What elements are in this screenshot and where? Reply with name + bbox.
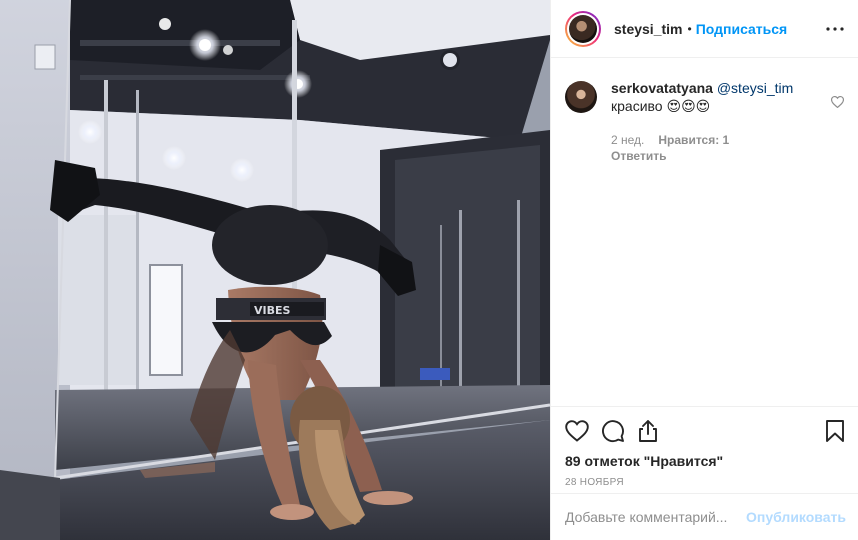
likes-count[interactable]: 89 отметок "Нравится" xyxy=(565,453,845,469)
reply-button[interactable]: Ответить xyxy=(611,149,829,163)
comments-list: serkovatatyana @steysi_tim красиво 😍😍😍 2… xyxy=(551,59,858,405)
comment-meta: 2 нед. Нравится: 1 xyxy=(611,133,829,147)
comment-bubble-icon[interactable] xyxy=(601,417,629,445)
post-side-panel: steysi_tim • Подписаться serkovatatyana … xyxy=(550,0,858,540)
post-header: steysi_tim • Подписаться xyxy=(551,0,858,58)
post-viewer: VIBES steysi_tim • Подписаться serkovata… xyxy=(0,0,858,540)
commenter-avatar[interactable] xyxy=(565,81,597,113)
comment-item: serkovatatyana @steysi_tim красиво 😍😍😍 2… xyxy=(565,79,845,163)
avatar-frame xyxy=(567,12,599,45)
heart-outline-icon[interactable] xyxy=(565,417,593,445)
share-icon[interactable] xyxy=(637,417,665,445)
follow-button[interactable]: Подписаться xyxy=(696,21,788,37)
bookmark-icon[interactable] xyxy=(817,417,845,445)
add-comment-bar: Опубликовать xyxy=(551,493,858,540)
comment-text-line: serkovatatyana @steysi_tim красиво 😍😍😍 xyxy=(611,79,829,115)
post-actions-section: 89 отметок "Нравится" 28 НОЯБРЯ xyxy=(551,406,858,492)
comment-input[interactable] xyxy=(565,509,746,525)
comment-time[interactable]: 2 нед. xyxy=(611,133,644,147)
commenter-username[interactable]: serkovatatyana xyxy=(611,80,713,96)
profile-avatar[interactable] xyxy=(565,10,601,47)
more-options-icon[interactable] xyxy=(825,19,845,39)
svg-text:VIBES: VIBES xyxy=(254,304,291,317)
comment-like-icon[interactable] xyxy=(830,95,845,109)
post-photo[interactable]: VIBES xyxy=(0,0,550,540)
publish-button[interactable]: Опубликовать xyxy=(746,509,846,525)
post-date[interactable]: 28 НОЯБРЯ xyxy=(565,477,845,488)
comment-likes[interactable]: Нравится: 1 xyxy=(658,133,729,147)
author-username[interactable]: steysi_tim xyxy=(614,21,682,37)
comment-text: красиво 😍😍😍 xyxy=(611,98,711,114)
avatar-image xyxy=(569,14,597,43)
action-bar xyxy=(565,417,845,445)
comment-mention[interactable]: @steysi_tim xyxy=(717,80,793,96)
comment-body: serkovatatyana @steysi_tim красиво 😍😍😍 2… xyxy=(611,79,829,163)
photo-illustration: VIBES xyxy=(0,0,550,540)
header-separator: • xyxy=(687,21,692,36)
